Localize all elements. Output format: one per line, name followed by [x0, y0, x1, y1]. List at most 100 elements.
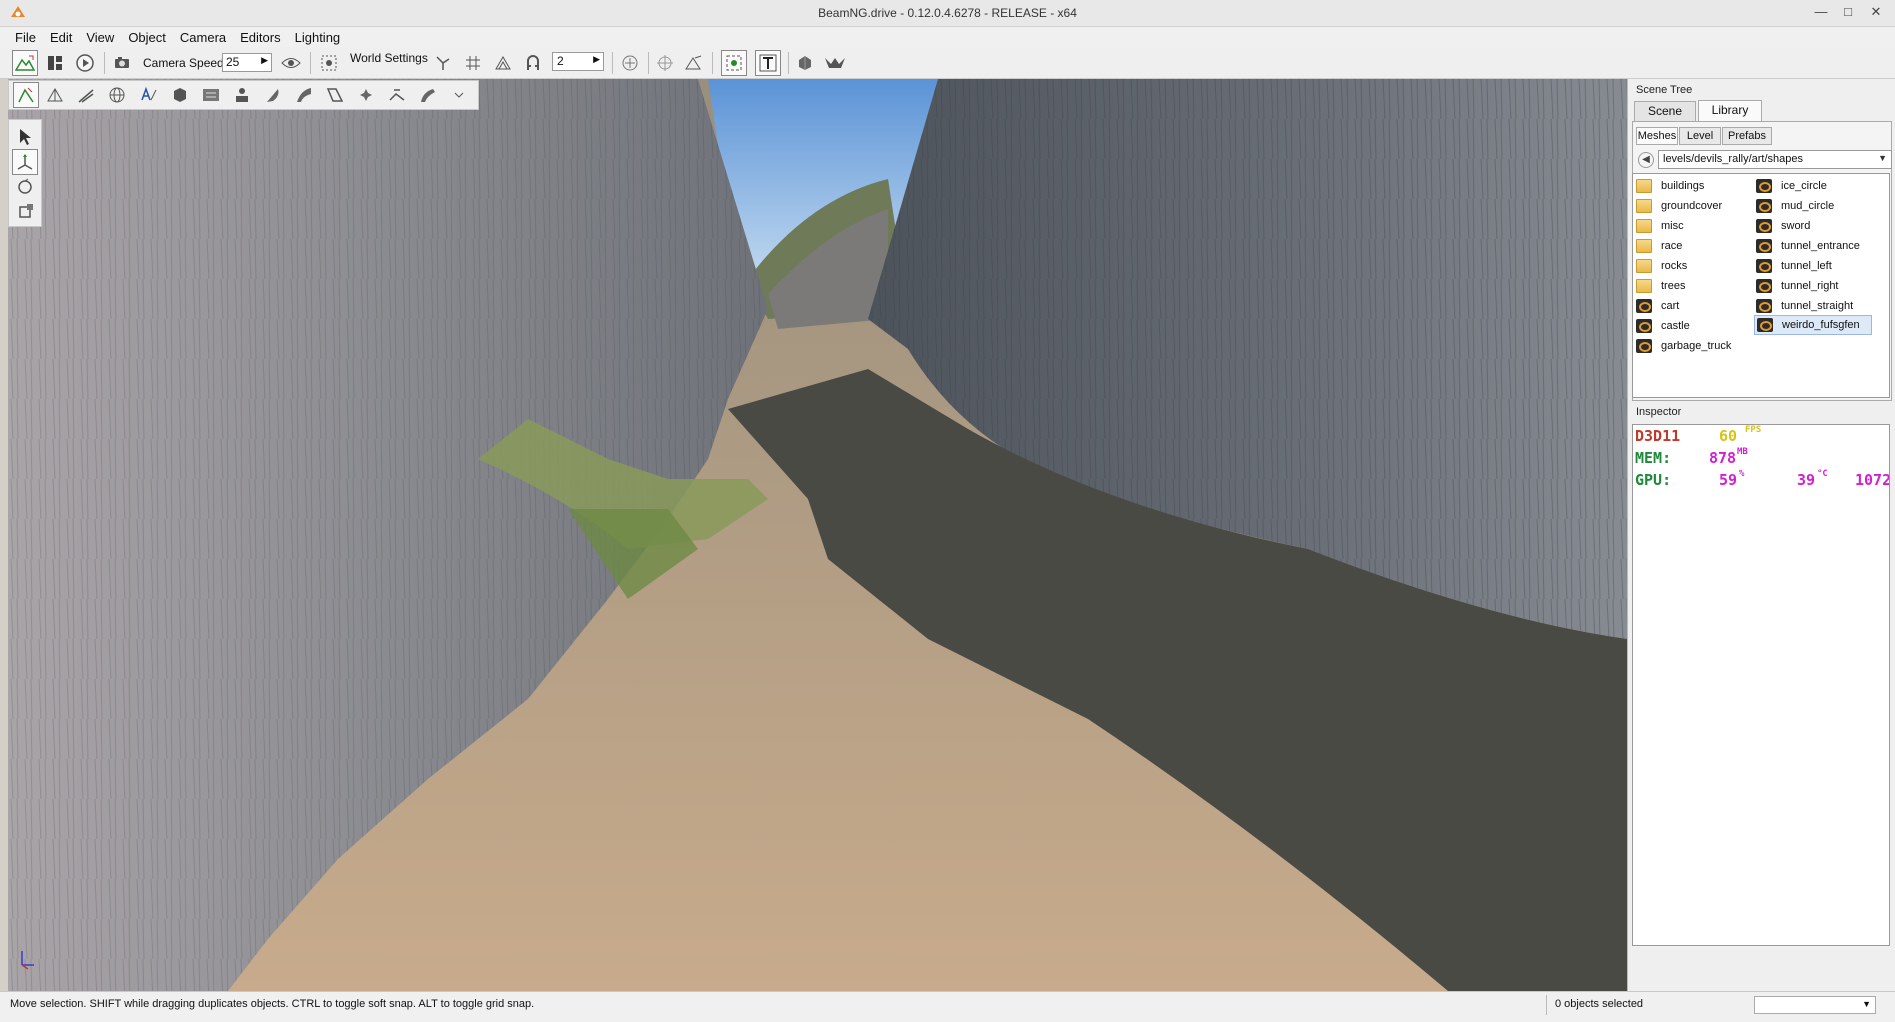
list-item[interactable]: race — [1636, 236, 1682, 256]
subtab-prefabs[interactable]: Prefabs — [1722, 127, 1772, 145]
road-icon[interactable] — [73, 82, 99, 108]
list-item[interactable]: buildings — [1636, 176, 1704, 196]
cube-icon[interactable] — [167, 82, 193, 108]
mesh-road-icon[interactable] — [322, 82, 348, 108]
select-center-icon[interactable] — [721, 50, 747, 76]
physics-icon[interactable] — [822, 50, 848, 76]
spin-right-icon[interactable]: ▶ — [261, 55, 268, 66]
path-bar: ◀ levels/devils_rally/art/shapes ▼ — [1636, 150, 1892, 170]
list-item[interactable]: garbage_truck — [1636, 336, 1731, 356]
sketch-icon[interactable] — [415, 82, 441, 108]
spin-right-icon[interactable]: ▶ — [593, 54, 600, 65]
menu-lighting[interactable]: Lighting — [288, 30, 348, 45]
river-icon[interactable] — [291, 82, 317, 108]
maximize-button[interactable]: □ — [1834, 2, 1862, 22]
magnet-icon[interactable] — [520, 50, 546, 76]
menu-object[interactable]: Object — [121, 30, 173, 45]
path-value: levels/devils_rally/art/shapes — [1663, 153, 1804, 165]
menu-edit[interactable]: Edit — [43, 30, 79, 45]
close-button[interactable]: ✕ — [1862, 2, 1890, 22]
spawn-icon[interactable] — [229, 82, 255, 108]
list-item[interactable]: misc — [1636, 216, 1684, 236]
list-item[interactable]: rocks — [1636, 256, 1687, 276]
dropdown-icon[interactable] — [446, 82, 472, 108]
list-item[interactable]: tunnel_entrance — [1756, 236, 1860, 256]
shape-icon — [1756, 259, 1772, 273]
mem-label: MEM: — [1635, 449, 1672, 467]
menu-file[interactable]: File — [8, 30, 43, 45]
snapshot-icon[interactable] — [316, 50, 342, 76]
status-message: Move selection. SHIFT while dragging dup… — [10, 998, 535, 1010]
list-item-label: misc — [1661, 220, 1684, 232]
snap-to-surface-icon[interactable] — [430, 50, 456, 76]
grid-snap-icon[interactable] — [460, 50, 486, 76]
menu-editors[interactable]: Editors — [233, 30, 287, 45]
rotate-gizmo-icon[interactable] — [12, 174, 38, 200]
terrain-editor-icon[interactable] — [12, 50, 38, 76]
list-item[interactable]: trees — [1636, 276, 1685, 296]
camera-speed-value: 25 — [226, 55, 240, 69]
menu-bar: File Edit View Object Camera Editors Lig… — [0, 27, 1895, 47]
fps-unit: FPS — [1745, 425, 1762, 435]
world-center-icon[interactable] — [652, 50, 678, 76]
terrain-paint-icon[interactable] — [13, 82, 39, 108]
navmesh-icon[interactable] — [384, 82, 410, 108]
list-item-selected[interactable]: weirdo_fufsgfen — [1754, 315, 1872, 335]
shape-icon — [1756, 279, 1772, 293]
path-dropdown[interactable]: levels/devils_rally/art/shapes ▼ — [1658, 150, 1892, 169]
list-item[interactable]: castle — [1636, 316, 1690, 336]
bounds-snap-icon[interactable] — [490, 50, 516, 76]
grid-size-value: 2 — [557, 54, 564, 68]
list-item[interactable]: mud_circle — [1756, 196, 1834, 216]
camera-icon[interactable] — [110, 50, 136, 76]
shape-icon — [1756, 179, 1772, 193]
shape-icon — [1636, 299, 1652, 313]
scale-gizmo-icon[interactable] — [12, 199, 38, 225]
list-item-label: buildings — [1661, 180, 1705, 192]
move-gizmo-icon[interactable] — [12, 149, 38, 175]
list-item-label: weirdo_fufsgfen — [1782, 319, 1860, 331]
menu-camera[interactable]: Camera — [173, 30, 233, 45]
datablock-icon[interactable] — [198, 82, 224, 108]
visibility-eye-icon[interactable] — [278, 50, 304, 76]
mesh-icon[interactable] — [42, 82, 68, 108]
select-arrow-icon[interactable] — [12, 124, 38, 150]
decal-icon[interactable] — [136, 82, 162, 108]
text-labels-icon[interactable] — [755, 50, 781, 76]
inspector-title: Inspector — [1636, 406, 1682, 418]
list-item[interactable]: tunnel_left — [1756, 256, 1832, 276]
3d-viewport[interactable] — [8, 79, 1627, 991]
minimize-button[interactable]: — — [1807, 2, 1835, 22]
folder-icon — [1636, 179, 1652, 193]
globe-icon[interactable] — [104, 82, 130, 108]
list-item[interactable]: tunnel_right — [1756, 276, 1839, 296]
camera-speed-input[interactable]: 25 ▶ — [222, 53, 272, 72]
play-icon[interactable] — [72, 50, 98, 76]
editor-tools-toolbar — [8, 80, 479, 110]
list-item[interactable]: sword — [1756, 216, 1810, 236]
back-arrow-icon[interactable]: ◀ — [1638, 152, 1654, 168]
world-settings-label[interactable]: World Settings — [350, 51, 428, 65]
folder-icon — [1636, 259, 1652, 273]
status-dropdown[interactable]: ▼ — [1754, 996, 1876, 1014]
grid-size-input[interactable]: 2 ▶ — [552, 52, 604, 71]
subtab-level[interactable]: Level — [1679, 127, 1721, 145]
axis-gizmo-icon[interactable] — [680, 50, 706, 76]
lighting-icon[interactable] — [792, 50, 818, 76]
particle-icon[interactable] — [353, 82, 379, 108]
list-item[interactable]: cart — [1636, 296, 1679, 316]
list-item[interactable]: groundcover — [1636, 196, 1722, 216]
list-item-label: sword — [1781, 220, 1811, 232]
subtab-meshes[interactable]: Meshes — [1636, 127, 1678, 145]
tab-scene[interactable]: Scene — [1634, 101, 1696, 121]
menu-view[interactable]: View — [79, 30, 121, 45]
camera-speed-label: Camera Speed — [143, 56, 224, 70]
tab-library[interactable]: Library — [1698, 100, 1762, 121]
layout-icon[interactable] — [42, 50, 68, 76]
list-item[interactable]: tunnel_straight — [1756, 296, 1853, 316]
object-transform-icon[interactable] — [617, 50, 643, 76]
gizmo-tools — [8, 119, 42, 227]
list-item[interactable]: ice_circle — [1756, 176, 1827, 196]
forest-icon[interactable] — [260, 82, 286, 108]
list-item-label: tunnel_entrance — [1781, 240, 1860, 252]
